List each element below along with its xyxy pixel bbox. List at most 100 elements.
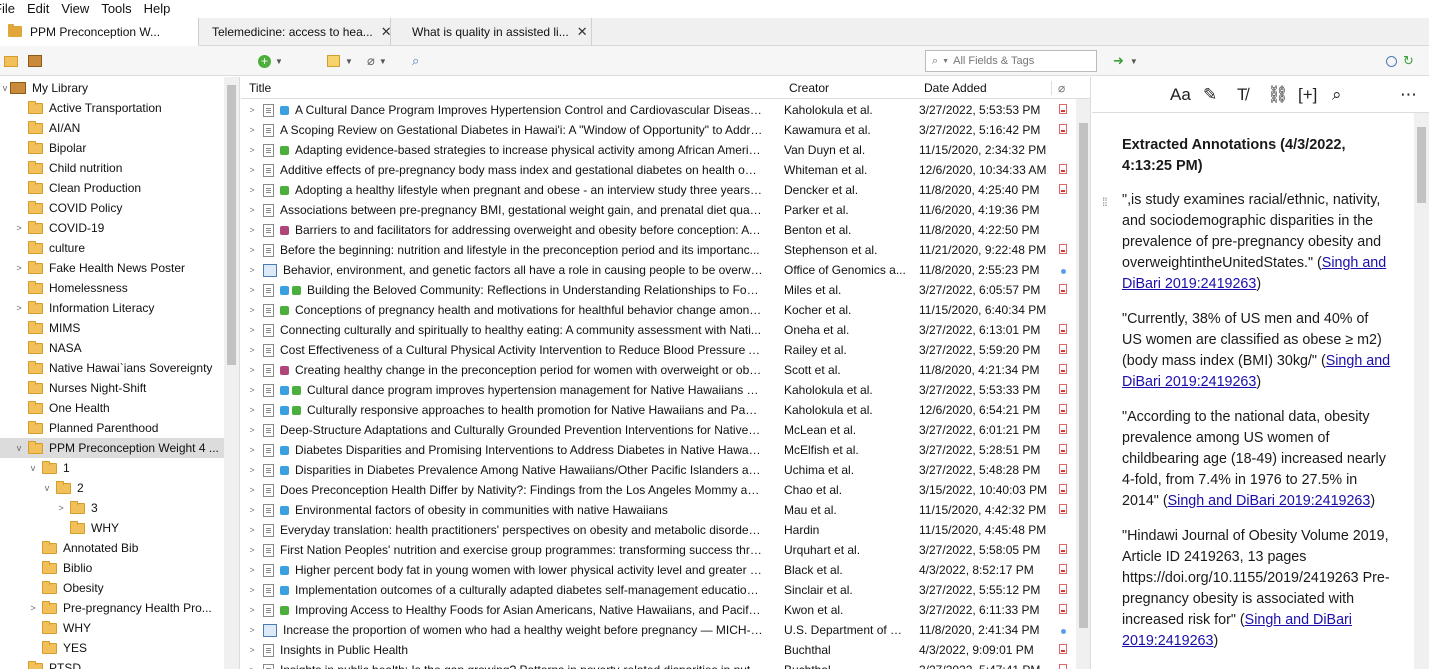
attachment-cell[interactable] bbox=[1056, 403, 1070, 417]
menu-file[interactable]: File bbox=[0, 0, 21, 18]
attachment-cell[interactable] bbox=[1056, 123, 1070, 137]
menu-tools[interactable]: Tools bbox=[95, 0, 137, 18]
table-row[interactable]: > Additive effects of pre-pregnancy body … bbox=[241, 160, 1075, 180]
link-attachment-icon[interactable] bbox=[1060, 629, 1066, 634]
table-row[interactable]: > A Cultural Dance Program Improves Hyper… bbox=[241, 100, 1075, 120]
tree-item[interactable]: > Information Literacy bbox=[0, 298, 224, 318]
tree-item[interactable]: > COVID-19 bbox=[0, 218, 224, 238]
table-row[interactable]: > Deep-Structure Adaptations and Cultural… bbox=[241, 420, 1075, 440]
tree-item[interactable]: v1 bbox=[0, 458, 224, 478]
tree-item[interactable]: Homelessness bbox=[0, 278, 224, 298]
expand-twisty[interactable]: > bbox=[241, 205, 263, 215]
locate-button[interactable]: ➜ ▼ bbox=[1113, 52, 1138, 70]
pdf-icon[interactable] bbox=[1059, 604, 1067, 614]
attachment-cell[interactable] bbox=[1056, 503, 1070, 517]
table-row[interactable]: > Adapting evidence-based strategies to i… bbox=[241, 140, 1075, 160]
tree-item[interactable]: Clean Production bbox=[0, 178, 224, 198]
menu-help[interactable]: Help bbox=[138, 0, 177, 18]
column-header-title[interactable]: Title bbox=[241, 77, 781, 99]
tree-item[interactable]: Obesity bbox=[0, 578, 224, 598]
clear-format-icon[interactable]: T̸ bbox=[1237, 85, 1247, 105]
tree-item[interactable]: Annotated Bib bbox=[0, 538, 224, 558]
menu-view[interactable]: View bbox=[55, 0, 95, 18]
tree-item[interactable]: YES bbox=[0, 638, 224, 658]
table-row[interactable]: > Conceptions of pregnancy health and mot… bbox=[241, 300, 1075, 320]
tree-item[interactable]: WHY bbox=[0, 518, 224, 538]
pdf-icon[interactable] bbox=[1059, 504, 1067, 514]
pdf-icon[interactable] bbox=[1059, 484, 1067, 494]
table-row[interactable]: > Before the beginning: nutrition and lif… bbox=[241, 240, 1075, 260]
table-row[interactable]: > Cost Effectiveness of a Cultural Physic… bbox=[241, 340, 1075, 360]
table-row[interactable]: > Insights in public health: Is the gap g… bbox=[241, 660, 1075, 669]
expand-twisty[interactable]: > bbox=[241, 105, 263, 115]
pdf-icon[interactable] bbox=[1059, 364, 1067, 374]
attachment-cell[interactable] bbox=[1056, 623, 1070, 637]
expand-twisty[interactable]: v bbox=[28, 463, 38, 473]
expand-twisty[interactable]: v bbox=[0, 83, 10, 93]
table-row[interactable]: > Culturally responsive approaches to hea… bbox=[241, 400, 1075, 420]
pdf-icon[interactable] bbox=[1059, 184, 1067, 194]
attachment-cell[interactable] bbox=[1056, 383, 1070, 397]
table-row[interactable]: > Insights in Public Health Buchthal 4/3/20… bbox=[241, 640, 1075, 660]
tree-item[interactable]: culture bbox=[0, 238, 224, 258]
table-row[interactable]: > Environmental factors of obesity in com… bbox=[241, 500, 1075, 520]
tree-item[interactable]: Planned Parenthood bbox=[0, 418, 224, 438]
attachment-cell[interactable] bbox=[1056, 183, 1070, 197]
tree-item[interactable]: Child nutrition bbox=[0, 158, 224, 178]
link-attachment-icon[interactable] bbox=[1060, 269, 1066, 274]
table-row[interactable]: > A Scoping Review on Gestational Diabete… bbox=[241, 120, 1075, 140]
expand-twisty[interactable]: > bbox=[14, 263, 24, 273]
attachment-cell[interactable] bbox=[1056, 263, 1070, 277]
expand-twisty[interactable]: > bbox=[241, 465, 263, 475]
sync-status-button[interactable]: ↻ bbox=[1386, 52, 1414, 70]
tab-document-telemedicine[interactable]: Telemedicine: access to hea... ✕ bbox=[199, 18, 391, 46]
expand-twisty[interactable]: > bbox=[14, 303, 24, 313]
table-row[interactable]: > Creating healthy change in the preconce… bbox=[241, 360, 1075, 380]
pdf-icon[interactable] bbox=[1059, 644, 1067, 654]
menu-edit[interactable]: Edit bbox=[21, 0, 55, 18]
expand-twisty[interactable]: > bbox=[241, 425, 263, 435]
table-row[interactable]: > Implementation outcomes of a culturally… bbox=[241, 580, 1075, 600]
search-input[interactable]: ⌕ ▼ All Fields & Tags bbox=[925, 50, 1097, 72]
tree-item-my-library[interactable]: v My Library bbox=[0, 78, 224, 98]
pdf-icon[interactable] bbox=[1059, 564, 1067, 574]
expand-twisty[interactable]: v bbox=[42, 483, 52, 493]
pdf-icon[interactable] bbox=[1059, 124, 1067, 134]
expand-twisty[interactable]: > bbox=[241, 305, 263, 315]
table-row[interactable]: > Connecting culturally and spiritually t… bbox=[241, 320, 1075, 340]
tree-item[interactable]: WHY bbox=[0, 618, 224, 638]
column-header-creator[interactable]: Creator bbox=[781, 77, 916, 99]
attachment-cell[interactable] bbox=[1056, 343, 1070, 357]
expand-twisty[interactable]: > bbox=[241, 285, 263, 295]
table-row[interactable]: > Behavior, environment, and genetic fact… bbox=[241, 260, 1075, 280]
citation-link[interactable]: Singh and DiBari 2019:2419263 bbox=[1168, 493, 1371, 509]
items-scrollbar[interactable] bbox=[1076, 99, 1090, 669]
tree-item[interactable]: v PPM Preconception Weight 4 ... bbox=[0, 438, 224, 458]
attachment-cell[interactable] bbox=[1056, 543, 1070, 557]
search-mode-chevron-icon[interactable]: ▼ bbox=[942, 58, 949, 65]
table-row[interactable]: > Diabetes Disparities and Promising Inte… bbox=[241, 440, 1075, 460]
pdf-icon[interactable] bbox=[1059, 104, 1067, 114]
table-row[interactable]: > Improving Access to Healthy Foods for A… bbox=[241, 600, 1075, 620]
expand-twisty[interactable]: > bbox=[241, 585, 263, 595]
attachment-cell[interactable] bbox=[1056, 663, 1070, 669]
close-icon[interactable]: ✕ bbox=[577, 24, 588, 40]
attachment-cell[interactable] bbox=[1056, 463, 1070, 477]
expand-twisty[interactable]: > bbox=[241, 645, 263, 655]
attachment-cell[interactable] bbox=[1056, 103, 1070, 117]
more-options-icon[interactable]: ⋯ bbox=[1400, 85, 1417, 105]
expand-twisty[interactable]: > bbox=[241, 245, 263, 255]
expand-twisty[interactable]: > bbox=[241, 545, 263, 555]
pdf-icon[interactable] bbox=[1059, 284, 1067, 294]
pdf-icon[interactable] bbox=[1059, 404, 1067, 414]
attachment-cell[interactable] bbox=[1056, 643, 1070, 657]
expand-twisty[interactable]: > bbox=[241, 505, 263, 515]
link-icon[interactable]: ⛓ bbox=[1267, 85, 1289, 105]
expand-twisty[interactable]: > bbox=[241, 485, 263, 495]
tree-item[interactable]: Bipolar bbox=[0, 138, 224, 158]
tree-item[interactable]: AI/AN bbox=[0, 118, 224, 138]
table-row[interactable]: > Higher percent body fat in young women … bbox=[241, 560, 1075, 580]
scrollbar-thumb[interactable] bbox=[1417, 127, 1426, 203]
tree-item[interactable]: >3 bbox=[0, 498, 224, 518]
tree-item[interactable]: v2 bbox=[0, 478, 224, 498]
